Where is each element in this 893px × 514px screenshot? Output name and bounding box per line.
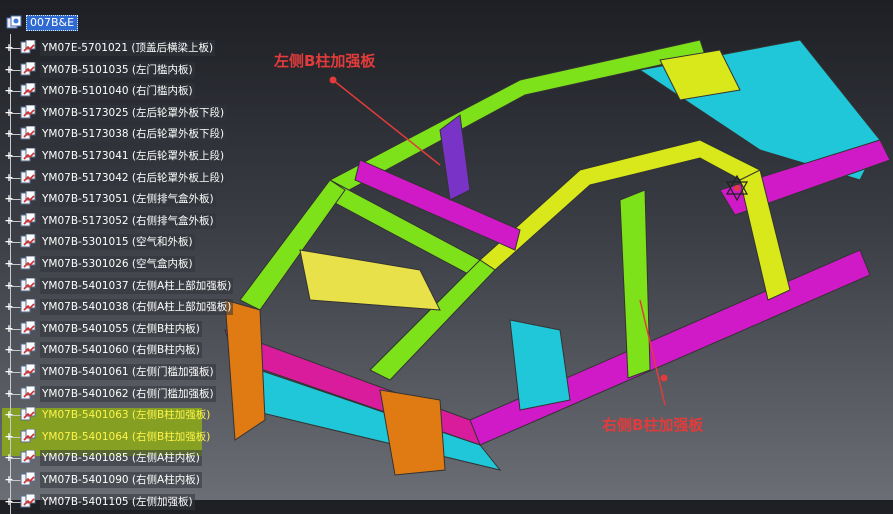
tree-node[interactable]: + YM07B-5173052 (右侧排气盒外板) <box>0 211 240 231</box>
part-icon <box>20 406 38 423</box>
right-front-orange <box>379 389 446 476</box>
tree-node[interactable]: + YM07B-5401062 (右侧门槛加强板) <box>0 384 240 404</box>
tree-node-label[interactable]: YM07B-5401061 (左侧门槛加强板) <box>40 364 216 380</box>
tree-node-label[interactable]: YM07B-5401037 (左侧A柱上部加强板) <box>40 277 234 294</box>
front-panel-yellow <box>299 249 441 311</box>
part-icon <box>20 493 38 510</box>
tree-node-label[interactable]: YM07B-5173052 (右侧排气盒外板) <box>40 212 216 229</box>
part-icon <box>20 82 38 99</box>
tree-node[interactable]: + YM07B-5173038 (右后轮罩外板下段) <box>0 124 240 144</box>
tree-node-label[interactable]: YM07B-5101035 (左门槛内板) <box>40 61 195 78</box>
tree-node-label[interactable]: YM07B-5401063 (左侧B柱加强板) <box>40 407 212 423</box>
part-icon <box>20 428 38 445</box>
part-icon <box>20 61 38 78</box>
tree-node-label[interactable]: YM07B-5173051 (左侧排气盒外板) <box>40 191 216 208</box>
tree-node-label[interactable]: YM07B-5401090 (右侧A柱内板) <box>40 472 202 488</box>
tree-node-label[interactable]: YM07B-5401038 (右侧A柱上部加强板) <box>40 299 234 316</box>
tree-node-label[interactable]: YM07B-5301026 (空气盒内板) <box>40 256 195 272</box>
right-b-pillar <box>619 189 651 379</box>
part-icon <box>20 190 38 207</box>
tree-node[interactable]: + YM07B-5401061 (左侧门槛加强板) <box>0 362 240 382</box>
tree-node[interactable]: + YM07B-5401037 (左侧A柱上部加强板) <box>0 276 240 296</box>
tree-node-label[interactable]: YM07B-5401105 (左侧加强板) <box>40 493 195 510</box>
tree-node-label[interactable]: YM07B-5401085 (左侧A柱内板) <box>40 450 202 467</box>
tree-node[interactable]: + YM07B-5173042 (右后轮罩外板上段) <box>0 168 240 188</box>
right-wheelhouse-cyan <box>509 319 571 411</box>
product-icon <box>6 15 22 29</box>
tree-root[interactable]: 007B&E <box>6 14 79 32</box>
tree-node-label[interactable]: YM07B-5173042 (右后轮罩外板上段) <box>40 169 227 186</box>
tree-node-label[interactable]: YM07B-5173041 (左后轮罩外板上段) <box>40 148 227 164</box>
part-icon <box>20 449 38 466</box>
tree-node[interactable]: + YM07B-5401063 (左侧B柱加强板) <box>0 405 240 425</box>
tree-node-label[interactable]: YM07B-5401064 (右侧B柱加强板) <box>40 429 212 445</box>
tree-node[interactable]: + YM07B-5401038 (右侧A柱上部加强板) <box>0 297 240 317</box>
part-icon <box>20 385 38 402</box>
front-floor-cyan <box>229 359 502 471</box>
tree-node[interactable]: + YM07B-5401064 (右侧B柱加强板) <box>0 427 240 447</box>
tree-node[interactable]: + YM07B-5173041 (左后轮罩外板上段) <box>0 146 240 166</box>
part-icon <box>20 104 38 121</box>
tree-node-label[interactable]: YM07B-5301015 (空气和外板) <box>40 234 195 251</box>
tree-node-label[interactable]: YM07B-5401060 (右侧B柱内板) <box>40 342 202 359</box>
tree-node[interactable]: + YM07B-5401055 (左侧B柱内板) <box>0 319 240 339</box>
callout-left-dot <box>329 76 337 84</box>
callout-right-b-pillar: 右侧B柱加强板 <box>602 416 704 434</box>
part-icon <box>20 125 38 142</box>
callout-right-dot <box>660 374 668 382</box>
tree-node[interactable]: + YM07B-5101035 (左门槛内板) <box>0 60 240 80</box>
tree-node-label[interactable]: YM07B-5401062 (右侧门槛加强板) <box>40 385 216 402</box>
windshield-cross-magenta <box>354 159 521 251</box>
tree-node[interactable]: + YM07B-5301015 (空气和外板) <box>0 232 240 252</box>
tree-node[interactable]: + YM07B-5401105 (左侧加强板) <box>0 492 240 512</box>
left-b-pillar <box>439 114 471 201</box>
callout-left-b-pillar: 左侧B柱加强板 <box>274 52 376 70</box>
part-icon <box>20 233 38 250</box>
tree-node[interactable]: + YM07B-5401060 (右侧B柱内板) <box>0 340 240 360</box>
tree-node[interactable]: + YM07B-5173025 (左后轮罩外板下段) <box>0 103 240 123</box>
tree-node-label[interactable]: YM07E-5701021 (顶盖后横梁上板) <box>40 40 216 56</box>
part-icon <box>20 277 38 294</box>
part-icon <box>20 255 38 272</box>
tree-node[interactable]: + YM07B-5401090 (右侧A柱内板) <box>0 470 240 490</box>
part-icon <box>20 39 38 56</box>
tree-node-label[interactable]: YM07B-5401055 (左侧B柱内板) <box>40 320 202 337</box>
tree-node[interactable]: + YM07B-5301026 (空气盒内板) <box>0 254 240 274</box>
part-icon <box>20 169 38 186</box>
part-icon <box>20 212 38 229</box>
tree-node[interactable]: + YM07B-5101040 (右门槛内板) <box>0 81 240 101</box>
tree-node-label[interactable]: YM07B-5173038 (右后轮罩外板下段) <box>40 126 227 143</box>
part-icon <box>20 341 38 358</box>
part-icon <box>20 147 38 164</box>
tree-node[interactable]: + YM07E-5701021 (顶盖后横梁上板) <box>0 38 240 58</box>
tree-node[interactable]: + YM07B-5173051 (左侧排气盒外板) <box>0 189 240 209</box>
tree-root-label[interactable]: 007B&E <box>26 15 79 31</box>
tree-node[interactable]: + YM07B-5401085 (左侧A柱内板) <box>0 448 240 468</box>
tree-node-label[interactable]: YM07B-5101040 (右门槛内板) <box>40 83 195 100</box>
part-icon <box>20 363 38 380</box>
part-icon <box>20 298 38 315</box>
tree-node-label[interactable]: YM07B-5173025 (左后轮罩外板下段) <box>40 104 227 121</box>
part-icon <box>20 320 38 337</box>
part-icon <box>20 471 38 488</box>
